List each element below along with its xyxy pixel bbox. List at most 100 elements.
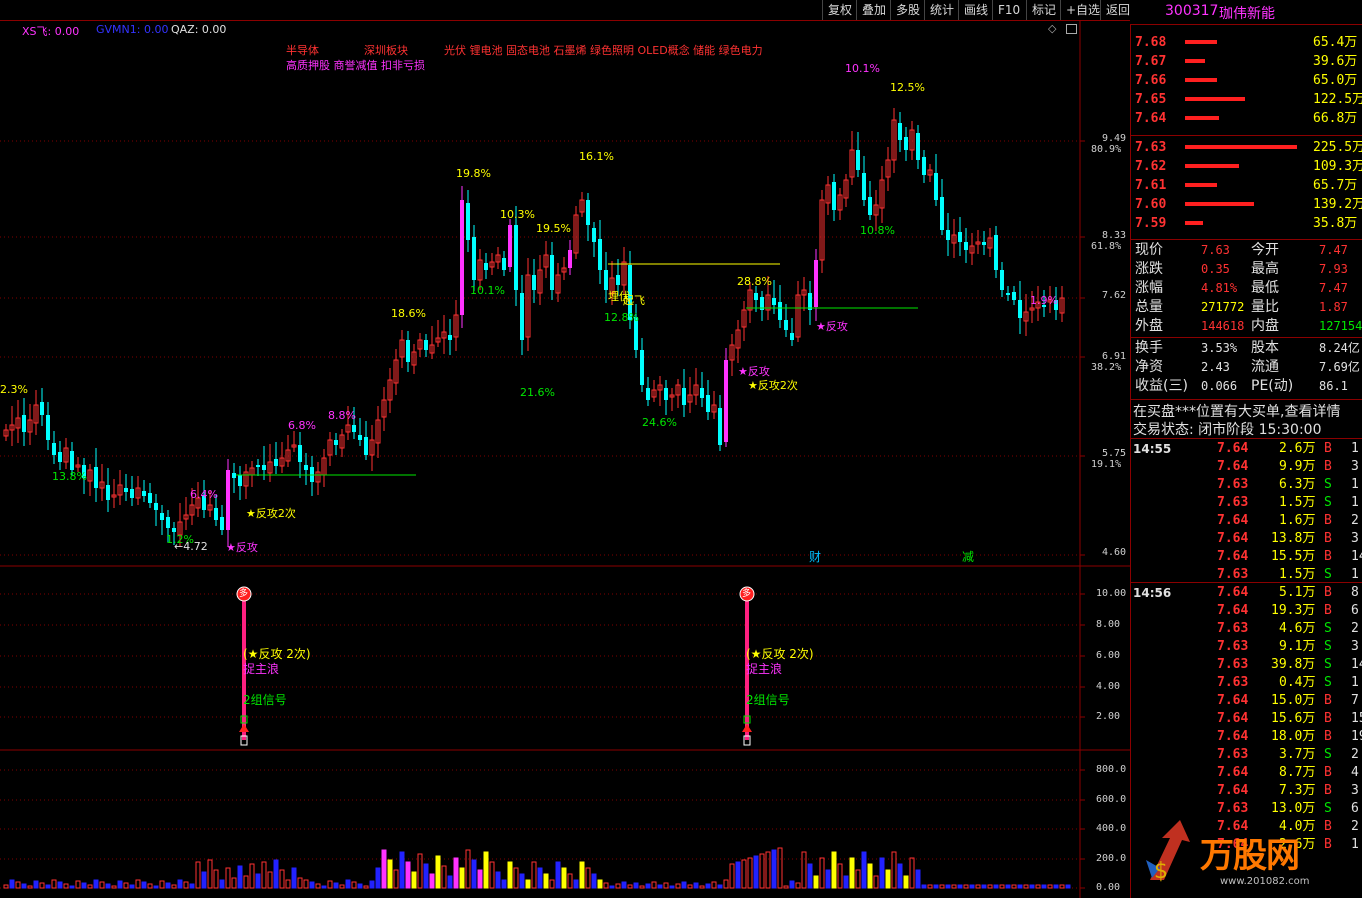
- volume-bar: [567, 873, 573, 889]
- tick-row[interactable]: 7.64 15.0万 B 7: [1133, 692, 1362, 710]
- chart-annotation: 财: [809, 550, 822, 564]
- tick-row[interactable]: 7.64 13.8万 B 3: [1133, 530, 1362, 548]
- candle-body: [532, 275, 536, 290]
- signal-line-3: 2组信号: [746, 693, 790, 707]
- candle-body: [514, 225, 518, 290]
- candle-body: [238, 475, 242, 486]
- quote-value: 7.69亿: [1319, 360, 1360, 374]
- tick-side: S: [1324, 621, 1332, 636]
- volume-bar: [447, 875, 453, 889]
- volume-bar: [675, 883, 681, 889]
- tick-count: 14: [1351, 549, 1362, 564]
- candle-body: [586, 200, 590, 225]
- tick-count: 15: [1351, 711, 1362, 726]
- candle-body: [304, 465, 308, 470]
- tick-row[interactable]: 7.63 9.1万 S 3: [1133, 638, 1362, 656]
- tick-row[interactable]: 7.63 13.0万 S 6: [1133, 800, 1362, 818]
- volume-bar: [849, 857, 855, 889]
- volume-bar: [477, 869, 483, 889]
- tick-price: 7.63: [1217, 477, 1249, 492]
- tick-row[interactable]: 7.63 6.3万 S 1: [1133, 476, 1362, 494]
- order-book-row[interactable]: 7.63 225.5万: [1133, 138, 1362, 157]
- tick-volume: 0.4万: [1279, 675, 1316, 690]
- order-book-row[interactable]: 7.62 109.3万: [1133, 157, 1362, 176]
- volume-bar: [483, 851, 489, 889]
- quote-row: 净资 2.43 流通 7.69亿: [1133, 358, 1362, 377]
- volume-bar: [51, 879, 57, 889]
- tick-row[interactable]: 7.64 7.3万 B 3: [1133, 782, 1362, 800]
- notice-bar[interactable]: 在买盘***位置有大买单,查看详情: [1131, 399, 1362, 420]
- quote-label: 现价: [1135, 242, 1163, 258]
- volume-bar: [633, 882, 639, 889]
- volume-bar: [249, 863, 255, 889]
- tick-row[interactable]: 7.63 1.5万 S 1: [1133, 494, 1362, 512]
- volume-bar: [783, 885, 789, 889]
- tick-row[interactable]: 7.64 9.9万 B 3: [1133, 458, 1362, 476]
- volume-bar: [801, 851, 807, 889]
- volume-bar: [147, 883, 153, 889]
- volume-bar: [909, 857, 915, 889]
- tick-volume: 18.0万: [1271, 729, 1316, 744]
- order-book-row[interactable]: 7.60 139.2万: [1133, 195, 1362, 214]
- tick-row[interactable]: 7.63 39.8万 S 14: [1133, 656, 1362, 674]
- order-book-row[interactable]: 7.64 66.8万: [1133, 109, 1362, 128]
- tick-row[interactable]: 7.63 0.4万 S 1: [1133, 674, 1362, 692]
- volume-bar: [741, 859, 747, 889]
- tick-row[interactable]: 7.64 2.6万 B 1: [1133, 440, 1362, 458]
- tick-side: B: [1324, 549, 1332, 564]
- order-book-row[interactable]: 7.68 65.4万: [1133, 33, 1362, 52]
- candle-body: [22, 415, 26, 432]
- chart-annotation: 2.3%: [0, 383, 28, 396]
- candle-body: [502, 258, 506, 270]
- quote-row: 涨幅 4.81% 最低 7.47: [1133, 279, 1362, 298]
- svg-text:$: $: [1154, 859, 1168, 884]
- volume-bar: [123, 882, 129, 889]
- order-book-row[interactable]: 7.61 65.7万: [1133, 176, 1362, 195]
- volume-bar: [579, 861, 585, 889]
- tick-row[interactable]: 7.64 8.7万 B 4: [1133, 764, 1362, 782]
- tick-price: 7.63: [1217, 495, 1249, 510]
- candle-body: [1000, 270, 1004, 290]
- quote-row: 总量 271772 量比 1.87: [1133, 298, 1362, 317]
- order-book-row[interactable]: 7.59 35.8万: [1133, 214, 1362, 233]
- order-book-row[interactable]: 7.66 65.0万: [1133, 71, 1362, 90]
- main-chart[interactable]: [0, 0, 1130, 898]
- volume-bar: [243, 875, 249, 889]
- volume-bar: [69, 885, 75, 889]
- volume-bar: [621, 881, 627, 889]
- order-book-row[interactable]: 7.65 122.5万: [1133, 90, 1362, 109]
- tick-count: 2: [1351, 513, 1359, 528]
- tick-price: 7.64: [1217, 783, 1249, 798]
- price-axis-label: 8.33: [1102, 230, 1127, 241]
- tick-count: 1: [1351, 477, 1359, 492]
- volume-bar: [555, 861, 561, 889]
- tick-row[interactable]: 7.64 15.5万 B 14: [1133, 548, 1362, 566]
- quote-label: 外盘: [1135, 318, 1163, 334]
- tick-row[interactable]: 7.64 1.6万 B 2: [1133, 512, 1362, 530]
- tick-volume: 7.3万: [1279, 783, 1316, 798]
- candle-body: [142, 491, 146, 496]
- stock-code: 300317: [1165, 3, 1219, 19]
- chart-annotation: 21.6%: [520, 386, 555, 399]
- tick-side: S: [1324, 495, 1332, 510]
- price-axis-pct-label: 61.8%: [1091, 241, 1122, 252]
- tick-price: 7.64: [1217, 603, 1249, 618]
- tick-row[interactable]: 7.63 4.6万 S 2: [1133, 620, 1362, 638]
- volume-bar: [315, 883, 321, 889]
- tick-row[interactable]: 7.63 3.7万 S 2: [1133, 746, 1362, 764]
- order-book-row[interactable]: 7.67 39.6万: [1133, 52, 1362, 71]
- tick-price: 7.64: [1217, 729, 1249, 744]
- tick-volume: 13.8万: [1271, 531, 1316, 546]
- tick-count: 1: [1351, 495, 1359, 510]
- tick-row[interactable]: 7.64 19.3万 B 6: [1133, 602, 1362, 620]
- tick-side: B: [1324, 765, 1332, 780]
- tick-row[interactable]: 7.64 18.0万 B 19: [1133, 728, 1362, 746]
- volume-bar: [381, 849, 387, 889]
- tick-count: 8: [1351, 585, 1359, 600]
- tick-price: 7.63: [1217, 621, 1249, 636]
- tick-row[interactable]: 7.64 15.6万 B 15: [1133, 710, 1362, 728]
- tick-volume: 9.9万: [1279, 459, 1316, 474]
- tick-row[interactable]: 7.64 5.1万 B 8: [1133, 584, 1362, 602]
- order-volume-bar: [1185, 59, 1205, 63]
- order-price: 7.61: [1135, 178, 1167, 193]
